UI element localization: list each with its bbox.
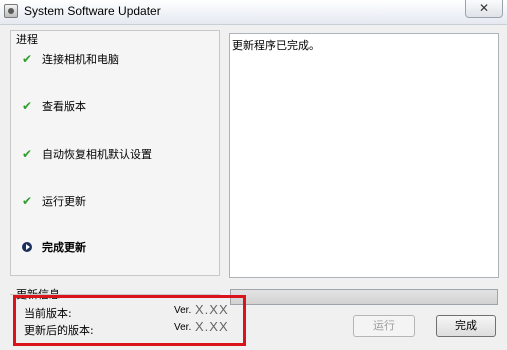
check-icon: ✔ [21,147,33,161]
title-bar: System Software Updater ✕ [0,0,507,25]
step-label: 自动恢复相机默认设置 [42,148,152,161]
step-run-update: ✔ 运行更新 [20,193,86,209]
step-finish-update: 完成更新 [20,240,86,256]
step-label: 运行更新 [42,195,86,208]
log-output: 更新程序已完成。 [229,33,499,278]
finish-button[interactable]: 完成 [436,315,496,337]
step-check-version: ✔ 查看版本 [20,98,86,114]
window-title: System Software Updater [24,4,161,18]
step-connect: ✔ 连接相机和电脑 [20,51,119,67]
step-restore-defaults: ✔ 自动恢复相机默认设置 [20,146,152,162]
log-text: 更新程序已完成。 [232,39,320,52]
current-step-arrow-icon [20,240,34,256]
check-icon: ✔ [21,99,33,113]
step-label: 完成更新 [42,241,86,254]
step-label: 查看版本 [42,100,86,113]
version-highlight-box [13,295,246,346]
app-icon [4,4,18,18]
check-icon: ✔ [21,52,33,66]
close-button[interactable]: ✕ [465,0,503,18]
progress-group-label: 进程 [16,33,38,46]
step-label: 连接相机和电脑 [42,53,119,66]
update-progress-bar [230,289,498,305]
check-icon: ✔ [21,194,33,208]
run-button[interactable]: 运行 [353,315,415,337]
